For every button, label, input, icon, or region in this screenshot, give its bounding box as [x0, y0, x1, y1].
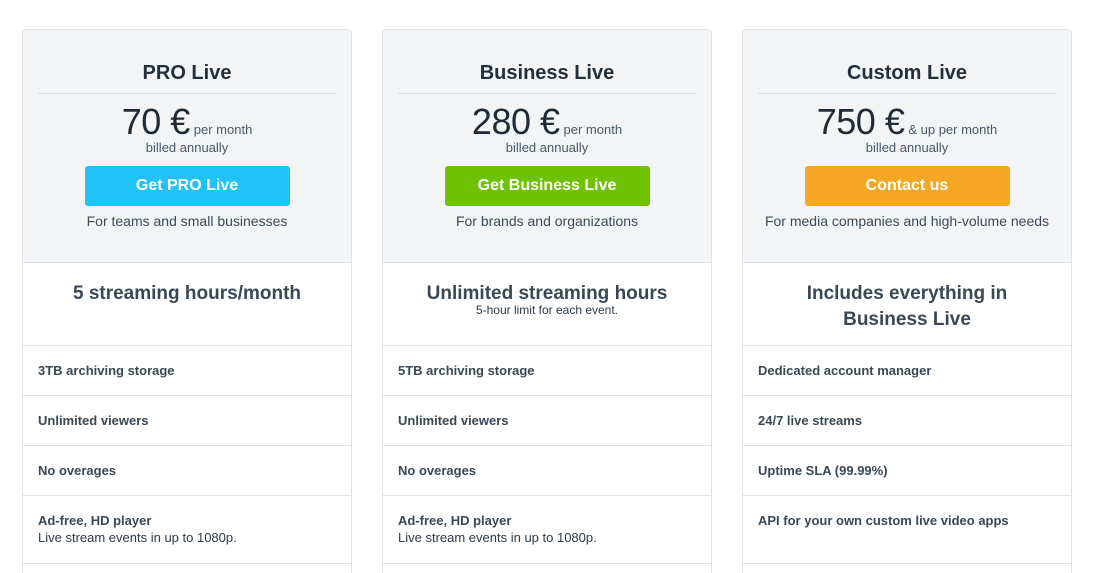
- plan-headline: 5 streaming hours/month: [72, 283, 302, 304]
- plan-header: PRO Live 70 € per month billed annually G…: [23, 30, 351, 263]
- feature-title: Dedicated account manager: [758, 363, 932, 378]
- price-row: 70 € per month: [23, 103, 351, 141]
- get-pro-live-button[interactable]: Get PRO Live: [84, 166, 290, 206]
- plan-card-business-live: Business Live 280 € per month billed annu…: [382, 29, 712, 573]
- plan-price: 70 €: [121, 101, 191, 142]
- feature-description: Live stream events in up to 1080p.: [398, 530, 597, 545]
- feature-row: 24/7 live streams: [743, 396, 1071, 446]
- price-row: 750 € & up per month: [743, 103, 1071, 141]
- plan-card-custom-live: Custom Live 750 € & up per month billed a…: [742, 29, 1072, 573]
- plan-headline-block: 5 streaming hours/month: [23, 263, 351, 346]
- plan-header: Business Live 280 € per month billed annu…: [383, 30, 711, 263]
- price-period: per month: [563, 122, 623, 137]
- plan-header: Custom Live 750 € & up per month billed a…: [743, 30, 1071, 263]
- plan-card-pro-live: PRO Live 70 € per month billed annually G…: [22, 29, 352, 573]
- feature-title: API for your own custom live video apps: [758, 513, 1009, 528]
- price-row: 280 € per month: [383, 103, 711, 141]
- feature-title: 5TB archiving storage: [398, 363, 535, 378]
- feature-title: Ad-free, HD player: [38, 513, 152, 528]
- feature-row: No overages: [383, 446, 711, 496]
- price-period: per month: [193, 122, 253, 137]
- billing-note: billed annually: [145, 140, 229, 155]
- feature-row: Uptime SLA (99.99%): [743, 446, 1071, 496]
- feature-row: Ad-free, HD player Live stream events in…: [383, 496, 711, 564]
- billing-note: billed annually: [865, 140, 949, 155]
- feature-description: Live stream events in up to 1080p.: [38, 530, 237, 545]
- feature-row: Ad-free, HD player Live stream events in…: [23, 496, 351, 564]
- feature-title: Unlimited viewers: [38, 413, 149, 428]
- feature-row: API for your own custom live video apps: [743, 496, 1071, 564]
- feature-row: Unlimited viewers: [23, 396, 351, 446]
- contact-us-button[interactable]: Contact us: [804, 166, 1010, 206]
- feature-row: 3TB archiving storage: [23, 346, 351, 396]
- plan-headline: Includes everything in Business Live: [806, 283, 1008, 330]
- feature-title: No overages: [38, 463, 117, 478]
- plan-audience: For teams and small businesses: [86, 213, 288, 229]
- feature-row: Dedicated account manager: [743, 346, 1071, 396]
- plan-price: 750 €: [816, 101, 905, 142]
- plan-name: PRO Live: [142, 62, 232, 84]
- pricing-page: PRO Live 70 € per month billed annually G…: [0, 0, 1095, 573]
- feature-row: Unlimited viewers: [383, 396, 711, 446]
- feature-row: 5TB archiving storage: [383, 346, 711, 396]
- feature-title: 24/7 live streams: [758, 413, 863, 428]
- header-divider: [38, 93, 336, 94]
- plan-price: 280 €: [471, 101, 560, 142]
- plan-name: Custom Live: [846, 62, 968, 84]
- plan-name: Business Live: [479, 62, 615, 84]
- get-business-live-button[interactable]: Get Business Live: [444, 166, 650, 206]
- header-divider: [398, 93, 696, 94]
- feature-title: No overages: [398, 463, 477, 478]
- header-divider: [758, 93, 1056, 94]
- feature-title: Ad-free, HD player: [398, 513, 512, 528]
- plan-headline-block: Unlimited streaming hours 5-hour limit f…: [383, 263, 711, 346]
- feature-title: 3TB archiving storage: [38, 363, 175, 378]
- feature-title: Unlimited viewers: [398, 413, 509, 428]
- plan-audience: For brands and organizations: [455, 213, 639, 229]
- price-period: & up per month: [908, 122, 998, 137]
- feature-row: No overages: [23, 446, 351, 496]
- plan-headline-block: Includes everything in Business Live: [743, 263, 1071, 346]
- feature-title: Uptime SLA (99.99%): [758, 463, 888, 478]
- billing-note: billed annually: [505, 140, 589, 155]
- plan-audience: For media companies and high-volume need…: [764, 213, 1050, 229]
